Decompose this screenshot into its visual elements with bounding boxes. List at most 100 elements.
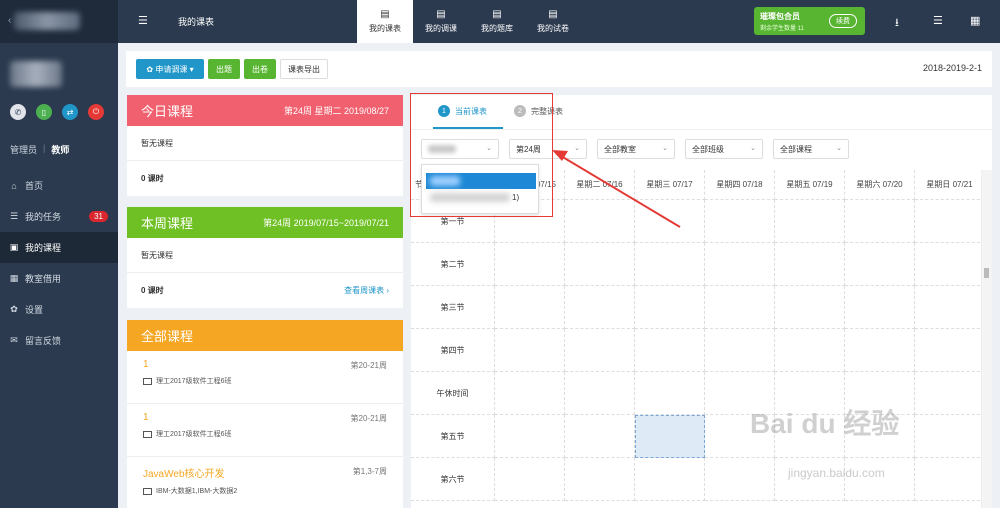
schedule-cell[interactable]: [915, 329, 985, 372]
schedule-cell[interactable]: [565, 458, 635, 501]
schedule-cell[interactable]: [915, 286, 985, 329]
schedule-cell[interactable]: [495, 286, 565, 329]
schedule-cell[interactable]: [915, 372, 985, 415]
wechat-icon[interactable]: ✆: [10, 104, 26, 120]
schedule-cell[interactable]: [635, 329, 705, 372]
schedule-cell[interactable]: [845, 286, 915, 329]
power-icon[interactable]: ⏻: [88, 104, 104, 120]
today-card-header: 今日课程 第24周 星期二 2019/08/27: [127, 95, 403, 126]
schedule-cell[interactable]: [775, 200, 845, 243]
schedule-cell[interactable]: [565, 200, 635, 243]
schedule-doc-icon: ▤: [380, 9, 390, 20]
schedule-scrollbar[interactable]: [981, 170, 992, 508]
tab-my-schedule[interactable]: ▤ 我的课表: [357, 0, 413, 43]
schedule-cell[interactable]: [915, 200, 985, 243]
chevron-down-icon: ⌄: [836, 145, 842, 152]
list-icon: ☰: [9, 211, 19, 221]
schedule-cell[interactable]: [495, 243, 565, 286]
course-item[interactable]: JavaWeb核心开发 第1,3-7周 IBM-大数据1,IBM-大数据2: [127, 457, 403, 508]
classroom-select[interactable]: 全部教室 ⌄: [597, 139, 675, 159]
day-header: 星期四 07/18: [705, 170, 775, 200]
create-question-button[interactable]: 出题: [208, 59, 240, 79]
schedule-cell[interactable]: [565, 243, 635, 286]
back-arrow-icon[interactable]: ‹: [8, 15, 11, 26]
course-select[interactable]: 全部课程 ⌄: [773, 139, 849, 159]
schedule-cell[interactable]: [635, 243, 705, 286]
day-header: 星期日 07/21: [915, 170, 985, 200]
apply-swap-button[interactable]: ✿ 申请调课 ▾: [136, 59, 204, 79]
schedule-cell[interactable]: [845, 200, 915, 243]
today-courses-card: 今日课程 第24周 星期二 2019/08/27 暂无课程 0 课时: [127, 95, 403, 196]
course-item[interactable]: 1 第20-21周 理工2017级软件工程6班: [127, 351, 403, 404]
top-bar: ☰ 我的课表 ▤ 我的课表 ▤ 我的调课 ▤ 我的题库 ▤ 我的试卷 璀璨包合员…: [118, 0, 1000, 43]
renew-button[interactable]: 续费: [829, 14, 857, 28]
menu-toggle-icon[interactable]: ☰: [138, 14, 148, 27]
schedule-cell[interactable]: [845, 243, 915, 286]
schedule-cell[interactable]: [915, 415, 985, 458]
schedule-cell[interactable]: [845, 329, 915, 372]
sidebar-item-feedback[interactable]: ✉ 留言反馈: [0, 325, 118, 356]
schedule-cell[interactable]: [915, 243, 985, 286]
week-hours: 0 课时 查看周课表 ›: [141, 285, 389, 296]
create-exam-button[interactable]: 出卷: [244, 59, 276, 79]
schedule-cell[interactable]: [705, 286, 775, 329]
quick-icons: ✆ ▯ ⇄ ⏻: [10, 104, 104, 120]
role-teacher[interactable]: 教师: [51, 143, 69, 156]
schedule-cell[interactable]: [565, 329, 635, 372]
schedule-cell[interactable]: [635, 286, 705, 329]
selected-slot[interactable]: [635, 415, 705, 458]
course-item[interactable]: 1 第20-21周 理工2017级软件工程6班: [127, 404, 403, 457]
schedule-cell[interactable]: [565, 286, 635, 329]
annotation-box: [410, 93, 553, 217]
schedule-cell[interactable]: [775, 286, 845, 329]
export-schedule-button[interactable]: 课表导出: [280, 59, 328, 79]
schedule-cell[interactable]: [495, 458, 565, 501]
schedule-cell[interactable]: [565, 415, 635, 458]
schedule-cell[interactable]: [705, 200, 775, 243]
class-card-icon: [143, 430, 152, 438]
week-card-header: 本周课程 第24周 2019/07/15~2019/07/21: [127, 207, 403, 238]
schedule-cell[interactable]: [705, 329, 775, 372]
schedule-cell[interactable]: [705, 243, 775, 286]
role-admin[interactable]: 管理员: [10, 143, 37, 156]
gear-icon: ✿: [10, 304, 18, 314]
schedule-cell[interactable]: [915, 458, 985, 501]
schedule-cell[interactable]: [495, 329, 565, 372]
sync-icon[interactable]: ⇄: [62, 104, 78, 120]
sidebar-item-home[interactable]: ⌂ 首页: [0, 170, 118, 201]
schedule-cell[interactable]: [495, 415, 565, 458]
tab-my-papers[interactable]: ▤ 我的试卷: [525, 0, 581, 43]
schedule-cell[interactable]: [495, 372, 565, 415]
schedule-cell[interactable]: [775, 329, 845, 372]
day-header: 星期六 07/20: [845, 170, 915, 200]
view-week-schedule-link[interactable]: 查看周课表 ›: [344, 285, 389, 296]
sidebar-item-my-courses[interactable]: ▣ 我的课程: [0, 232, 118, 263]
chat-icon: ✉: [10, 335, 18, 345]
schedule-cell[interactable]: [635, 458, 705, 501]
avatar[interactable]: [10, 61, 62, 87]
tab-my-swaps[interactable]: ▤ 我的调课: [413, 0, 469, 43]
member-badge[interactable]: 璀璨包合员 剩余学生数量 11 续费: [754, 7, 865, 35]
server-icon[interactable]: ☰: [933, 14, 943, 27]
schedule-cell[interactable]: [775, 243, 845, 286]
day-header: 星期二 07/16: [565, 170, 635, 200]
gear-icon: ✿: [146, 64, 156, 74]
watermark-logo: Bai du 经验: [750, 408, 900, 439]
sidebar-item-tasks[interactable]: ☰ 我的任务 31: [0, 201, 118, 232]
apps-grid-icon[interactable]: ▦: [970, 14, 980, 27]
schedule-cell[interactable]: [635, 200, 705, 243]
schedule-cell[interactable]: [635, 372, 705, 415]
sidebar-item-settings[interactable]: ✿ 设置: [0, 294, 118, 325]
brand-logo[interactable]: ‹: [0, 0, 118, 43]
schedule-cell[interactable]: [705, 458, 775, 501]
schedule-cell[interactable]: [565, 372, 635, 415]
tab-my-question-bank[interactable]: ▤ 我的题库: [469, 0, 525, 43]
download-icon[interactable]: ⭳: [895, 14, 899, 33]
mobile-icon[interactable]: ▯: [36, 104, 52, 120]
top-tabs: ▤ 我的课表 ▤ 我的调课 ▤ 我的题库 ▤ 我的试卷: [357, 0, 581, 43]
period-label: 第四节: [411, 329, 495, 372]
week-courses-card: 本周课程 第24周 2019/07/15~2019/07/21 暂无课程 0 课…: [127, 207, 403, 308]
class-select[interactable]: 全部班级 ⌄: [685, 139, 763, 159]
period-label: 第三节: [411, 286, 495, 329]
sidebar-item-classroom[interactable]: ▦ 教室借用: [0, 263, 118, 294]
